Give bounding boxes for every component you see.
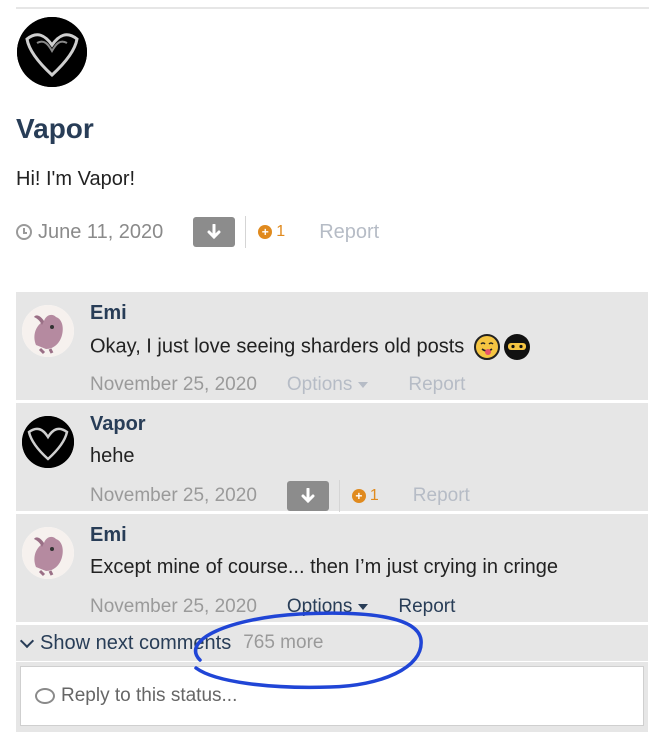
avatar[interactable] [22, 305, 74, 357]
report-link[interactable]: Report [408, 374, 465, 396]
comment-meta: November 25, 2020 Options Report [90, 592, 455, 622]
vapor-avatar-image [22, 416, 74, 468]
options-menu-button[interactable]: Options [286, 596, 369, 618]
comment-author[interactable]: Vapor [90, 413, 146, 436]
avatar[interactable] [22, 416, 74, 468]
reply-container: Reply to this status... [16, 662, 648, 732]
options-label: Options [286, 596, 353, 617]
comment-text: Okay, I just love seeing sharders old po… [90, 334, 530, 360]
more-count: 765 more [243, 632, 324, 653]
comment-meta: November 25, 2020 + 1 Report [90, 480, 470, 512]
arrow-down-icon [207, 224, 221, 240]
report-link[interactable]: Report [398, 596, 455, 618]
comment-text-content: Okay, I just love seeing sharders old po… [90, 335, 465, 358]
comment-date[interactable]: November 25, 2020 [90, 374, 257, 396]
comment-date[interactable]: November 25, 2020 [90, 485, 257, 507]
divider [338, 480, 340, 512]
show-next-comments-button[interactable]: Show next comments 765 more [16, 625, 648, 661]
chevron-down-icon [19, 633, 35, 649]
divider [245, 216, 247, 248]
status-date[interactable]: June 11, 2020 [38, 221, 163, 244]
comment-text: hehe [90, 445, 135, 467]
emi-avatar-image [22, 527, 74, 579]
reputation-count[interactable]: 1 [370, 487, 379, 505]
comment-bubble-icon [35, 688, 55, 704]
report-link[interactable]: Report [413, 485, 470, 507]
options-label: Options [286, 374, 353, 395]
reputation-count[interactable]: 1 [276, 223, 285, 241]
comment-text: Except mine of course... then I’m just c… [90, 556, 558, 578]
options-menu-button[interactable]: Options [286, 374, 369, 396]
comment-date[interactable]: November 25, 2020 [90, 596, 257, 618]
comment-item: Vapor hehe November 25, 2020 + 1 Report [16, 403, 648, 512]
tongue-out-emoji-icon [473, 334, 500, 360]
report-link[interactable]: Report [319, 221, 379, 244]
plus-circle-icon: + [351, 489, 366, 503]
clock-icon [16, 224, 32, 240]
top-divider [16, 7, 649, 9]
comment-meta: November 25, 2020 Options Report [90, 370, 465, 400]
caret-down-icon [358, 604, 369, 610]
emi-avatar-image [22, 305, 74, 357]
avatar[interactable] [17, 17, 87, 87]
show-next-comments-label: Show next comments [40, 631, 232, 654]
status-card: Vapor Hi! I'm Vapor! June 11, 2020 + 1 R… [16, 10, 648, 288]
reply-placeholder: Reply to this status... [61, 685, 238, 706]
comment-item: Emi Except mine of course... then I’m ju… [16, 514, 648, 622]
comment-author[interactable]: Emi [90, 302, 127, 325]
reputation-vote-button[interactable] [193, 217, 236, 247]
arrow-down-icon [301, 488, 315, 504]
reply-input[interactable]: Reply to this status... [20, 666, 644, 726]
status-meta: June 11, 2020 + 1 Report [16, 215, 379, 249]
caret-down-icon [358, 382, 369, 388]
tongue-emoji-face [480, 342, 494, 355]
ninja-emoji-face [507, 343, 526, 350]
status-author[interactable]: Vapor [16, 113, 94, 145]
ninja-emoji-icon [503, 334, 530, 360]
avatar[interactable] [22, 527, 74, 579]
reputation-vote-button[interactable] [286, 481, 329, 511]
plus-circle-icon: + [258, 225, 273, 239]
vapor-avatar-image [17, 17, 87, 87]
status-text: Hi! I'm Vapor! [16, 168, 136, 190]
comment-author[interactable]: Emi [90, 524, 127, 547]
comment-item: Emi Okay, I just love seeing sharders ol… [16, 292, 648, 400]
